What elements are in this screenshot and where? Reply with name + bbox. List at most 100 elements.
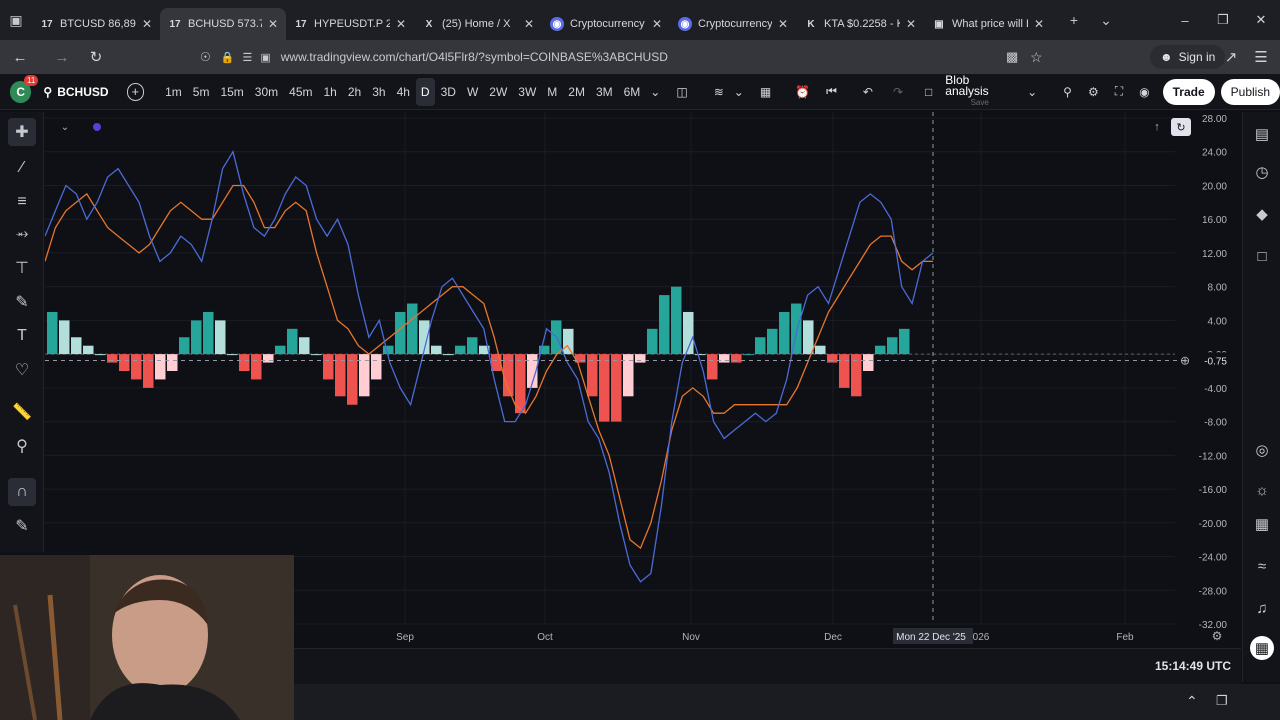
interval-3h[interactable]: 3h (367, 78, 390, 106)
interval-2W[interactable]: 2W (484, 78, 512, 106)
close-tab-icon[interactable]: ✕ (524, 17, 534, 31)
publish-button[interactable]: Publish (1220, 78, 1280, 105)
browser-tab[interactable]: 17 BTCUSD 86,892.36 ✕ (32, 8, 160, 40)
layout-name-button[interactable]: Blob analysis Save (945, 74, 1014, 108)
close-window-icon[interactable]: ✕ (1242, 0, 1280, 40)
redo-icon[interactable]: ↷ (888, 78, 908, 106)
scroll-up-icon[interactable]: ↑ (1154, 121, 1160, 133)
pane-collapse-chevron-icon[interactable]: ⌄ (61, 122, 69, 133)
browser-tab[interactable]: 17 HYPEUSDT.P 23.81 ✕ (286, 8, 414, 40)
calendar-icon[interactable]: ▦ (1250, 512, 1274, 536)
forward-icon[interactable]: → (47, 42, 77, 72)
fullscreen-icon[interactable]: ⛶ (1110, 78, 1128, 106)
layout-grid-icon[interactable]: ▦ (755, 78, 776, 106)
snapshot-camera-icon[interactable]: ◉ (1134, 78, 1154, 106)
notifications-bell-icon[interactable]: ♫ (1250, 596, 1274, 620)
close-tab-icon[interactable]: ✕ (652, 17, 662, 31)
interval-1m[interactable]: 1m (160, 78, 187, 106)
close-tab-icon[interactable]: ✕ (1034, 17, 1044, 31)
camera-blocked-icon[interactable]: ▣ (260, 51, 270, 64)
interval-3D[interactable]: 3D (436, 78, 461, 106)
symbol-search-button[interactable]: ⚲ BCHUSD (43, 85, 108, 99)
user-avatar[interactable]: C 11 (10, 74, 39, 103)
close-tab-icon[interactable]: ✕ (268, 17, 278, 31)
compare-add-symbol-icon[interactable]: + (126, 82, 145, 101)
restore-icon[interactable]: ❐ (1204, 0, 1242, 40)
reset-scale-icon[interactable]: ↻ (1176, 122, 1185, 134)
text-tool-icon[interactable]: T (8, 322, 36, 350)
interval-2h[interactable]: 2h (343, 78, 366, 106)
new-tab-icon[interactable]: + (1058, 0, 1090, 40)
layout-dropdown-icon[interactable]: ⌄ (1022, 78, 1042, 106)
address-bar[interactable]: ☉ 🔒 ☰ ▣ www.tradingview.com/chart/O4l5Fl… (190, 44, 1060, 70)
share-icon[interactable]: ↗ (1216, 42, 1246, 72)
interval-4h[interactable]: 4h (392, 78, 415, 106)
collapse-chevron-icon[interactable]: ⌃ (1186, 693, 1198, 710)
replay-icon[interactable]: ⏮ (821, 78, 842, 106)
minimize-icon[interactable]: – (1166, 0, 1204, 40)
interval-6M[interactable]: 6M (619, 78, 646, 106)
settings-gear-icon[interactable]: ⚙ (1083, 78, 1104, 106)
back-icon[interactable]: ← (5, 42, 35, 72)
close-tab-icon[interactable]: ✕ (906, 17, 916, 31)
browser-tab[interactable]: ◉ Cryptocurrency Pr ✕ (542, 8, 670, 40)
interval-dropdown-chevron-icon[interactable]: ⌄ (645, 78, 665, 106)
object-tree-icon[interactable]: ◆ (1250, 202, 1274, 226)
interval-M[interactable]: M (542, 78, 562, 106)
interval-45m[interactable]: 45m (284, 78, 317, 106)
fib-lines-icon[interactable]: ≡ (8, 188, 36, 216)
interval-30m[interactable]: 30m (250, 78, 283, 106)
favorite-heart-icon[interactable]: ♡ (8, 356, 36, 384)
pattern-icon[interactable]: ⥇ (8, 220, 36, 248)
watchlist-icon[interactable]: ▤ (1250, 122, 1274, 146)
brush-icon[interactable]: ✎ (8, 288, 36, 316)
close-tab-icon[interactable]: ✕ (142, 17, 152, 31)
target-icon[interactable]: ◎ (1250, 438, 1274, 462)
ruler-icon[interactable]: 📏 (8, 398, 36, 426)
stream-icon[interactable]: ≈ (1250, 554, 1274, 578)
close-tab-icon[interactable]: ✕ (778, 17, 788, 31)
interval-W[interactable]: W (462, 78, 483, 106)
time-display[interactable]: 15:14:49 UTC (1155, 659, 1231, 673)
tab-search-icon[interactable]: ▣ (0, 0, 32, 40)
site-settings-icon[interactable]: ☰ (242, 51, 252, 64)
interval-15m[interactable]: 15m (215, 78, 248, 106)
install-app-icon[interactable]: ▩ (1006, 49, 1018, 65)
browser-menu-icon[interactable]: ☰ (1246, 42, 1276, 72)
tab-list-chevron-icon[interactable]: ⌄ (1090, 0, 1122, 40)
browser-tab[interactable]: ▣ What price will Bit ✕ (924, 8, 1052, 40)
layout-square-icon[interactable]: □ (920, 78, 937, 106)
quick-search-icon[interactable]: ⚲ (1058, 78, 1077, 106)
alert-icon[interactable]: ⏰ (790, 78, 815, 106)
interval-2M[interactable]: 2M (563, 78, 590, 106)
chat-icon[interactable]: □ (1250, 244, 1274, 268)
maximize-panel-icon[interactable]: ❐ (1216, 693, 1228, 709)
alerts-clock-icon[interactable]: ◷ (1250, 160, 1274, 184)
add-alert-plus-icon[interactable]: ⊕ (1180, 353, 1190, 367)
close-tab-icon[interactable]: ✕ (396, 17, 406, 31)
bookmark-star-icon[interactable]: ☆ (1030, 49, 1043, 66)
interval-3W[interactable]: 3W (513, 78, 541, 106)
crosshair-icon[interactable]: ✚ (8, 118, 36, 146)
browser-tab[interactable]: ◉ Cryptocurrency Li ✕ (670, 8, 796, 40)
interval-D[interactable]: D (415, 77, 435, 106)
zoom-in-icon[interactable]: ⚲ (8, 432, 36, 460)
profile-signin-button[interactable]: ☻ Sign in (1150, 45, 1226, 69)
axis-settings-icon[interactable]: ⚙ (1212, 629, 1223, 643)
indicators-dropdown-icon[interactable]: ⌄ (729, 78, 749, 106)
interval-3M[interactable]: 3M (591, 78, 618, 106)
magnet-icon[interactable]: ∩ (8, 478, 36, 506)
interval-1h[interactable]: 1h (318, 78, 341, 106)
trendline-icon[interactable]: ∕ (8, 154, 36, 182)
trade-button[interactable]: Trade (1162, 78, 1215, 105)
projection-icon[interactable]: ⊤ (8, 254, 36, 282)
candle-style-icon[interactable]: ◫ (671, 78, 692, 106)
reload-icon[interactable]: ↻ (81, 42, 111, 72)
ideas-bulb-icon[interactable]: ☼ (1250, 478, 1274, 502)
undo-icon[interactable]: ↶ (858, 78, 878, 106)
browser-tab[interactable]: K KTA $0.2258 - Kee ✕ (796, 8, 924, 40)
browser-tab[interactable]: 17 BCHUSD 573.76 ✕ (160, 8, 286, 40)
browser-tab[interactable]: X (25) Home / X ✕ (414, 8, 542, 40)
indicators-icon[interactable]: ≋ (709, 78, 729, 106)
interval-5m[interactable]: 5m (188, 78, 215, 106)
